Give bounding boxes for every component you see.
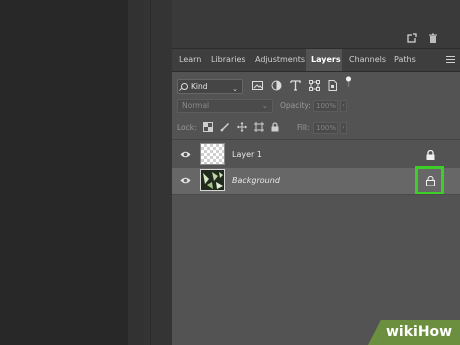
search-icon [181,83,188,90]
shape-filter-icon[interactable] [309,80,320,91]
canvas-border [128,0,144,345]
panel-menu-icon[interactable] [446,56,455,63]
opacity-input[interactable]: 100% [313,100,338,112]
filter-kind-select[interactable]: Kind ⌄ [177,79,243,94]
adjustment-filter-icon[interactable] [271,80,282,91]
lock-position-icon[interactable] [237,122,247,132]
opacity-slider-toggle[interactable]: › [340,100,347,112]
layers-bottom-divider [172,194,460,195]
trash-icon[interactable] [428,33,438,43]
layer-name: Background [232,176,280,185]
wikihow-watermark: wikiHow [368,320,460,345]
chevron-down-icon: ⌄ [261,101,268,110]
type-filter-icon[interactable] [290,80,301,91]
layer-name: Layer 1 [232,150,262,159]
gutter-divider [150,0,151,345]
wikihow-logo-text: wikiHow [386,324,453,340]
canvas-area [0,0,128,345]
blend-mode-value: Normal [182,101,210,110]
filter-toggle-icon[interactable] [343,76,354,87]
lock-all-icon[interactable] [270,122,280,132]
layer-row-layer-1[interactable]: Layer 1 [172,142,460,168]
plant-image-icon [201,170,224,190]
background-thumbnail [200,169,225,191]
tab-paths[interactable]: Paths [389,49,421,71]
fill-slider-toggle[interactable]: › [340,122,347,134]
lock-artboard-icon[interactable] [254,122,264,132]
lock-image-pixels-icon[interactable] [220,122,230,132]
fill-label: Fill: [297,123,310,132]
opacity-label: Opacity: [280,101,311,110]
blend-mode-select[interactable]: Normal ⌄ [177,99,273,113]
tab-adjustments[interactable]: Adjustments [250,49,310,71]
tab-libraries[interactable]: Libraries [206,49,251,71]
eye-icon[interactable] [180,176,191,185]
tab-channels[interactable]: Channels [344,49,391,71]
panel-tabs: Learn Libraries Adjustments Layers Chann… [172,49,460,72]
new-layer-icon[interactable] [407,33,417,43]
filter-kind-label: Kind [191,82,208,91]
lock-icon [426,150,435,160]
chevron-down-icon: ⌄ [232,85,238,93]
tab-layers[interactable]: Layers [306,49,342,71]
fill-input[interactable]: 100% [313,122,338,134]
layer-thumbnail [200,143,225,165]
layers-divider [172,139,460,140]
smart-object-filter-icon[interactable] [327,80,338,91]
image-filter-icon[interactable] [252,80,263,91]
tab-learn[interactable]: Learn [174,49,206,71]
lock-label: Lock: [177,123,197,132]
panel-gutter [144,0,172,345]
lock-transparent-pixels-icon[interactable] [203,122,213,132]
lock-highlight-box [415,166,444,195]
eye-icon[interactable] [180,150,191,159]
